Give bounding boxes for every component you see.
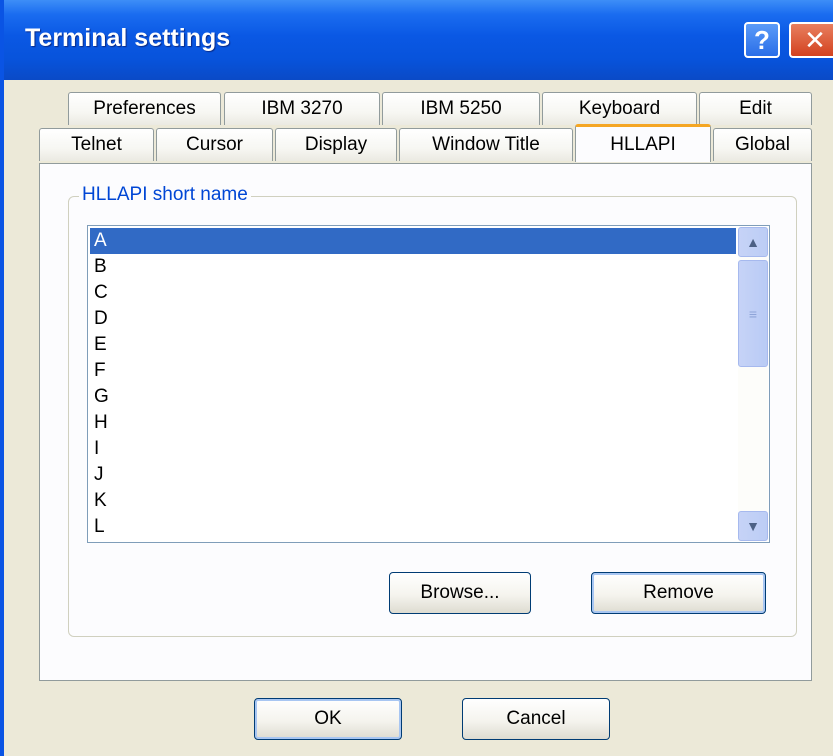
close-icon: ✕ (804, 25, 826, 55)
chevron-down-icon: ▼ (746, 518, 760, 534)
tab-display[interactable]: Display (275, 128, 397, 161)
close-button[interactable]: ✕ (789, 22, 833, 58)
tab-preferences[interactable]: Preferences (68, 92, 221, 125)
tab-ibm-5250[interactable]: IBM 5250 (382, 92, 540, 125)
tab-edit[interactable]: Edit (699, 92, 812, 125)
list-item[interactable]: C (90, 280, 736, 306)
tab-telnet[interactable]: Telnet (39, 128, 154, 161)
help-button[interactable]: ? (744, 22, 780, 58)
tab-cursor[interactable]: Cursor (156, 128, 273, 161)
ok-button[interactable]: OK (254, 698, 402, 740)
tab-window-title[interactable]: Window Title (399, 128, 573, 161)
list-item[interactable]: H (90, 410, 736, 436)
tab-ibm-3270[interactable]: IBM 3270 (224, 92, 380, 125)
tab-hllapi[interactable]: HLLAPI (575, 124, 711, 162)
vertical-scrollbar[interactable]: ▲ ≡ ▼ (738, 227, 768, 541)
hllapi-short-name-list[interactable]: A B C D E F G H I J K L ▲ ≡ ▼ (87, 225, 770, 543)
tab-global[interactable]: Global (713, 128, 812, 161)
list-item[interactable]: B (90, 254, 736, 280)
remove-button[interactable]: Remove (591, 572, 766, 614)
group-label: HLLAPI short name (79, 184, 251, 206)
scroll-up-button[interactable]: ▲ (738, 227, 768, 257)
list-item[interactable]: G (90, 384, 736, 410)
scroll-thumb[interactable]: ≡ (738, 260, 768, 367)
list-item[interactable]: I (90, 436, 736, 462)
scroll-down-button[interactable]: ▼ (738, 511, 768, 541)
window-title: Terminal settings (25, 24, 231, 52)
help-icon: ? (754, 25, 770, 55)
list-item[interactable]: A (90, 228, 736, 254)
list-item[interactable]: F (90, 358, 736, 384)
browse-button[interactable]: Browse... (389, 572, 531, 614)
title-bar[interactable]: Terminal settings ? ✕ (4, 0, 833, 80)
terminal-settings-dialog: Terminal settings ? ✕ Preferences IBM 32… (0, 0, 833, 756)
list-items: A B C D E F G H I J K L (90, 228, 736, 540)
list-item[interactable]: E (90, 332, 736, 358)
list-item[interactable]: D (90, 306, 736, 332)
cancel-button[interactable]: Cancel (462, 698, 610, 740)
tab-keyboard[interactable]: Keyboard (542, 92, 697, 125)
list-item[interactable]: J (90, 462, 736, 488)
grip-icon: ≡ (748, 305, 758, 322)
list-item[interactable]: L (90, 514, 736, 540)
chevron-up-icon: ▲ (746, 234, 760, 250)
list-item[interactable]: K (90, 488, 736, 514)
